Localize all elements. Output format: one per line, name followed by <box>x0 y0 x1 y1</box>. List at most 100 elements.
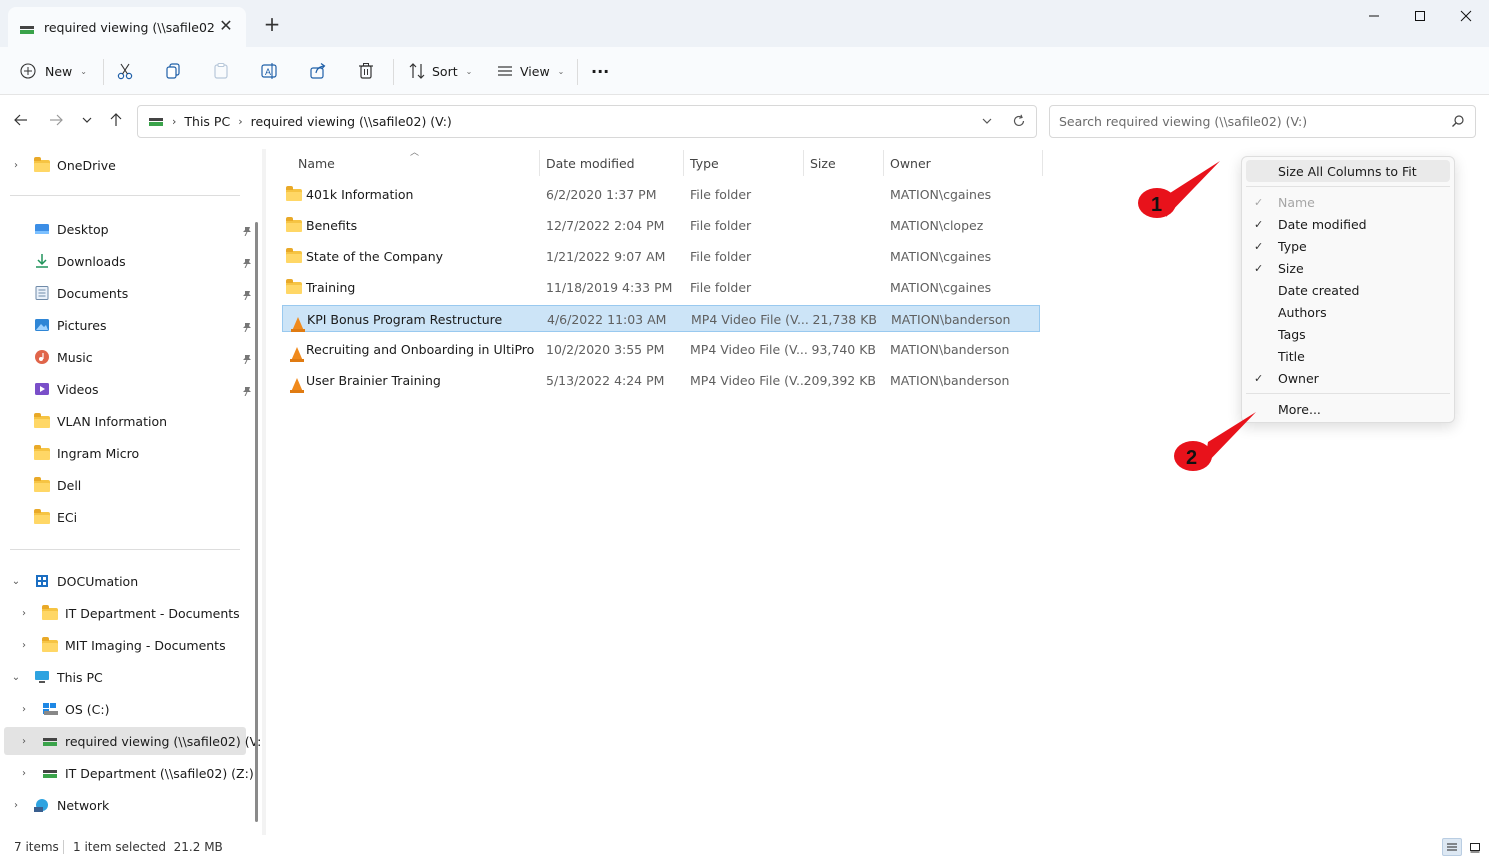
menu-item-authors[interactable]: Authors <box>1246 301 1450 323</box>
breadcrumb-current-drive[interactable]: required viewing (\\safile02) (V:) <box>251 114 452 129</box>
sidebar-item-videos[interactable]: Videos <box>10 375 251 403</box>
column-header-name[interactable]: Name <box>298 152 335 174</box>
arrow-right-icon <box>50 114 63 126</box>
column-divider[interactable] <box>539 150 540 176</box>
details-view-button[interactable] <box>1442 838 1462 856</box>
column-divider[interactable] <box>803 150 804 176</box>
sidebar-item-required-viewing[interactable]: › required viewing (\\safile02) (V:) <box>4 727 266 755</box>
chevron-right-icon[interactable]: › <box>18 704 30 715</box>
column-header-date-modified[interactable]: Date modified <box>546 152 635 174</box>
search-input[interactable]: Search required viewing (\\safile02) (V:… <box>1049 105 1476 138</box>
file-row[interactable]: 401k Information 6/2/2020 1:37 PM File f… <box>282 181 1040 208</box>
new-tab-button[interactable]: + <box>262 12 282 36</box>
address-dropdown-icon[interactable] <box>980 114 994 132</box>
pin-icon[interactable] <box>242 224 252 237</box>
view-button[interactable]: View ⌄ <box>496 57 564 85</box>
column-divider[interactable] <box>1042 150 1043 176</box>
sidebar-item-desktop[interactable]: Desktop <box>10 215 251 243</box>
recent-locations-button[interactable] <box>76 112 98 132</box>
sidebar-item-it-department-z[interactable]: › IT Department (\\safile02) (Z:) <box>18 759 254 787</box>
up-button[interactable] <box>105 112 127 132</box>
menu-item-more[interactable]: More... <box>1246 398 1450 420</box>
chevron-right-icon[interactable]: › <box>18 608 30 619</box>
sidebar-item-documation[interactable]: ⌄ DOCUmation <box>10 567 246 595</box>
menu-item-date-created[interactable]: Date created <box>1246 279 1450 301</box>
menu-item-tags[interactable]: Tags <box>1246 323 1450 345</box>
menu-item-size-all-columns-to-fit[interactable]: Size All Columns to Fit <box>1246 160 1450 182</box>
maximize-button[interactable] <box>1397 4 1443 28</box>
chevron-right-icon[interactable]: › <box>18 736 30 747</box>
file-row[interactable]: State of the Company 1/21/2022 9:07 AM F… <box>282 243 1040 270</box>
file-date: 12/7/2022 2:04 PM <box>546 218 665 233</box>
tab-current[interactable]: required viewing (\\safile02) ( ✕ <box>8 7 246 47</box>
menu-item-type[interactable]: ✓ Type <box>1246 235 1450 257</box>
copy-button[interactable] <box>164 57 182 85</box>
search-icon[interactable] <box>1451 114 1465 131</box>
sidebar-item-pictures[interactable]: Pictures <box>10 311 251 339</box>
tab-close-icon[interactable]: ✕ <box>216 16 236 35</box>
pin-icon[interactable] <box>242 256 252 269</box>
delete-button[interactable] <box>357 57 375 85</box>
minimize-button[interactable] <box>1351 4 1397 28</box>
pin-icon[interactable] <box>242 384 252 397</box>
chevron-down-icon[interactable]: ⌄ <box>10 576 22 587</box>
paste-button[interactable] <box>212 57 230 85</box>
sidebar-item-documents[interactable]: Documents <box>10 279 251 307</box>
file-row[interactable]: Benefits 12/7/2022 2:04 PM File folder M… <box>282 212 1040 239</box>
menu-item-title[interactable]: Title <box>1246 345 1450 367</box>
share-button[interactable] <box>309 57 327 85</box>
sidebar-item-eci[interactable]: ECi <box>10 503 246 531</box>
close-window-button[interactable] <box>1443 4 1489 28</box>
sidebar-item-label: Desktop <box>57 221 109 237</box>
pin-icon[interactable] <box>242 320 252 333</box>
new-button[interactable]: New ⌄ <box>20 57 87 85</box>
refresh-icon[interactable] <box>1012 114 1026 132</box>
sidebar-item-vlan-information[interactable]: VLAN Information <box>10 407 246 435</box>
sidebar-item-os-c[interactable]: › OS (C:) <box>18 695 246 723</box>
chevron-right-icon[interactable]: › <box>10 800 22 811</box>
address-bar[interactable]: › This PC › required viewing (\\safile02… <box>137 105 1037 138</box>
sidebar-item-ingram-micro[interactable]: Ingram Micro <box>10 439 246 467</box>
rename-button[interactable]: A <box>260 57 278 85</box>
column-header-size[interactable]: Size <box>810 152 836 174</box>
menu-item-date-modified[interactable]: ✓ Date modified <box>1246 213 1450 235</box>
pin-icon[interactable] <box>242 352 252 365</box>
file-row[interactable]: Recruiting and Onboarding in UltiPro 10/… <box>282 336 1040 363</box>
file-row[interactable]: User Brainier Training 5/13/2022 4:24 PM… <box>282 367 1040 394</box>
menu-item-size[interactable]: ✓ Size <box>1246 257 1450 279</box>
sidebar-item-network[interactable]: › Network <box>10 791 246 819</box>
menu-item-owner[interactable]: ✓ Owner <box>1246 367 1450 389</box>
cut-button[interactable] <box>116 57 134 85</box>
pin-icon[interactable] <box>242 288 252 301</box>
chevron-down-icon: ⌄ <box>465 66 473 76</box>
sidebar-item-it-department-documents[interactable]: › IT Department - Documents <box>18 599 246 627</box>
column-divider[interactable] <box>883 150 884 176</box>
column-header-owner[interactable]: Owner <box>890 152 931 174</box>
sidebar-item-mit-imaging-documents[interactable]: › MIT Imaging - Documents <box>18 631 246 659</box>
sidebar-scrollbar[interactable] <box>255 222 258 822</box>
chevron-down-icon[interactable]: ⌄ <box>10 672 22 683</box>
file-row-selected[interactable]: KPI Bonus Program Restructure 4/6/2022 1… <box>282 305 1040 332</box>
sort-label: Sort <box>432 63 458 79</box>
file-row[interactable]: Training 11/18/2019 4:33 PM File folder … <box>282 274 1040 301</box>
see-more-button[interactable]: ··· <box>591 57 609 85</box>
chevron-right-icon[interactable]: › <box>18 640 30 651</box>
chevron-right-icon[interactable]: › <box>18 768 30 779</box>
breadcrumb-this-pc[interactable]: This PC <box>184 114 230 129</box>
tiles-view-icon <box>1470 843 1480 853</box>
sort-button[interactable]: Sort ⌄ <box>408 57 472 85</box>
sidebar-item-music[interactable]: Music <box>10 343 251 371</box>
sidebar-item-downloads[interactable]: Downloads <box>10 247 251 275</box>
sidebar-item-onedrive[interactable]: › OneDrive <box>10 151 240 179</box>
column-divider[interactable] <box>683 150 684 176</box>
sidebar-item-label: Network <box>57 797 110 813</box>
sidebar-item-dell[interactable]: Dell <box>10 471 246 499</box>
tiles-view-button[interactable] <box>1465 838 1485 856</box>
chevron-right-icon[interactable]: › <box>10 160 22 171</box>
pane-splitter[interactable] <box>262 149 266 835</box>
forward-button[interactable] <box>45 112 67 132</box>
back-button[interactable] <box>10 112 32 132</box>
column-header-type[interactable]: Type <box>690 152 719 174</box>
search-placeholder: Search required viewing (\\safile02) (V:… <box>1059 114 1308 129</box>
sidebar-item-this-pc[interactable]: ⌄ This PC <box>10 663 246 691</box>
